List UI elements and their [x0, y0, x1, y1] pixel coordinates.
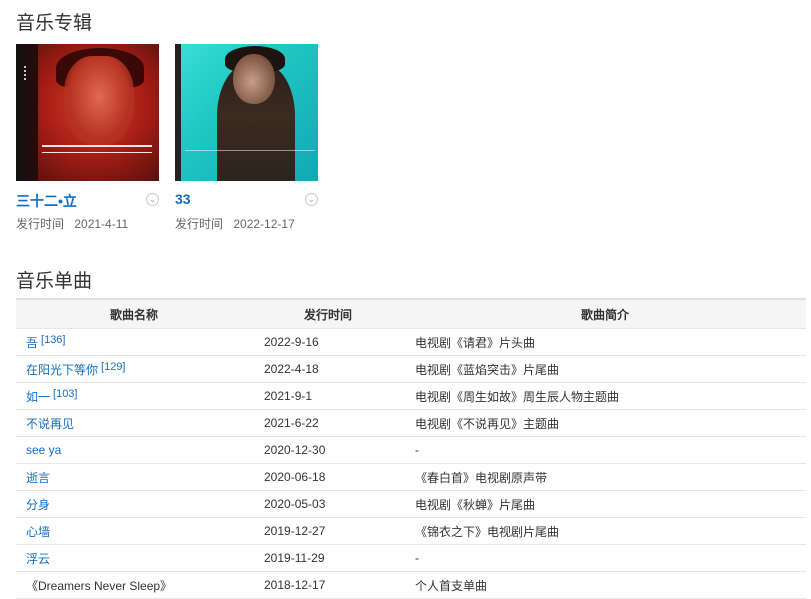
reference-link[interactable]: [103]: [53, 388, 77, 400]
singles-table: 歌曲名称 发行时间 歌曲简介 吾 [136] 2022-9-16 电视剧《请君》片头曲…: [16, 298, 806, 599]
album-name[interactable]: 三十二•立: [16, 193, 77, 209]
song-description: 电视剧《秋蝉》片尾曲: [404, 490, 806, 518]
table-row: 吾 [136] 2022-9-16 电视剧《请君》片头曲: [16, 328, 806, 356]
album-card[interactable]: 三十二•立 ⌄ 发行时间 2021-4-11: [16, 44, 159, 232]
song-description: 电视剧《周生如故》周生辰人物主题曲: [404, 382, 806, 410]
song-name: 《Dreamers Never Sleep》: [26, 578, 173, 593]
song-date: 2020-12-30: [252, 436, 404, 464]
song-date: 2018-12-17: [252, 571, 404, 599]
song-description: 电视剧《不说再见》主题曲: [404, 409, 806, 437]
table-row: 如一 [103] 2021-9-1 电视剧《周生如故》周生辰人物主题曲: [16, 382, 806, 410]
song-name[interactable]: 如一: [26, 390, 50, 404]
column-header-name: 歌曲名称: [16, 300, 252, 329]
song-name-cell: 浮云: [16, 544, 252, 572]
chevron-down-icon[interactable]: ⌄: [305, 193, 318, 206]
song-name[interactable]: see ya: [26, 443, 61, 457]
song-name[interactable]: 在阳光下等你: [26, 363, 98, 377]
column-header-desc: 歌曲简介: [404, 300, 806, 329]
table-row: 逝言 2020-06-18 《春白首》电视剧原声带: [16, 463, 806, 491]
song-description: 个人首支单曲: [404, 571, 806, 599]
song-date: 2020-05-03: [252, 490, 404, 518]
song-date: 2021-9-1: [252, 382, 404, 410]
song-name-cell: 分身: [16, 490, 252, 518]
song-description: -: [404, 544, 806, 572]
song-name[interactable]: 不说再见: [26, 417, 74, 431]
album-date-label: 发行时间: [16, 217, 65, 231]
song-date: 2022-9-16: [252, 328, 404, 356]
song-name[interactable]: 浮云: [26, 552, 50, 566]
table-row: 不说再见 2021-6-22 电视剧《不说再见》主题曲: [16, 409, 806, 437]
song-date: 2020-06-18: [252, 463, 404, 491]
albums-section-title: 音乐专辑: [16, 13, 93, 34]
chevron-down-icon[interactable]: ⌄: [146, 193, 159, 206]
song-date: 2021-6-22: [252, 409, 404, 437]
song-name[interactable]: 逝言: [26, 471, 50, 485]
reference-link[interactable]: [129]: [101, 361, 125, 373]
album-name[interactable]: 33: [175, 191, 191, 207]
table-header-row: 歌曲名称 发行时间 歌曲简介: [16, 300, 806, 329]
song-date: 2019-12-27: [252, 517, 404, 545]
album-date-label: 发行时间: [175, 217, 224, 231]
song-name[interactable]: 分身: [26, 498, 50, 512]
album-cover[interactable]: [16, 44, 159, 181]
song-name-cell: 吾 [136]: [16, 328, 252, 356]
song-description: 电视剧《请君》片头曲: [404, 328, 806, 356]
album-cover[interactable]: [175, 44, 318, 181]
song-name[interactable]: 心墙: [26, 525, 50, 539]
song-description: 《春白首》电视剧原声带: [404, 463, 806, 491]
singles-section-title: 音乐单曲: [16, 271, 93, 292]
song-name-cell: 逝言: [16, 463, 252, 491]
song-name[interactable]: 吾: [26, 336, 38, 350]
table-row: 浮云 2019-11-29-: [16, 544, 806, 572]
song-description: 电视剧《蓝焰突击》片尾曲: [404, 355, 806, 383]
song-date: 2022-4-18: [252, 355, 404, 383]
album-card[interactable]: 33 ⌄ 发行时间 2022-12-17: [175, 44, 318, 232]
song-name-cell: 不说再见: [16, 409, 252, 437]
table-row: 分身 2020-05-03 电视剧《秋蝉》片尾曲: [16, 490, 806, 518]
album-date: 2022-12-17: [233, 217, 295, 231]
song-name-cell: 在阳光下等你 [129]: [16, 355, 252, 383]
song-description: 《锦衣之下》电视剧片尾曲: [404, 517, 806, 545]
reference-link[interactable]: [136]: [41, 334, 65, 346]
song-date: 2019-11-29: [252, 544, 404, 572]
song-description: -: [404, 436, 806, 464]
song-name-cell: 如一 [103]: [16, 382, 252, 410]
table-row: 在阳光下等你 [129] 2022-4-18 电视剧《蓝焰突击》片尾曲: [16, 355, 806, 383]
table-row: 心墙 2019-12-27 《锦衣之下》电视剧片尾曲: [16, 517, 806, 545]
song-name-cell: 《Dreamers Never Sleep》: [16, 571, 252, 599]
song-name-cell: see ya: [16, 436, 252, 464]
song-name-cell: 心墙: [16, 517, 252, 545]
album-date: 2021-4-11: [74, 217, 129, 231]
table-row: 《Dreamers Never Sleep》 2018-12-17 个人首支单曲: [16, 571, 806, 599]
column-header-date: 发行时间: [252, 300, 404, 329]
table-row: see ya 2020-12-30-: [16, 436, 806, 464]
